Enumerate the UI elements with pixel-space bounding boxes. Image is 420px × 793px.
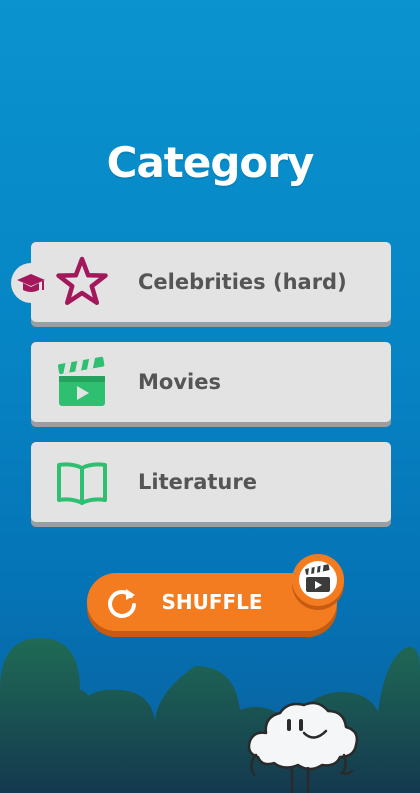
page-title: Category (106, 138, 315, 187)
watch-video-badge[interactable] (292, 554, 344, 606)
clapperboard-icon (57, 356, 105, 406)
open-book-icon (57, 462, 107, 505)
category-literature-button[interactable]: Literature (31, 442, 391, 522)
category-label: Literature (138, 470, 257, 494)
category-label: Movies (138, 370, 221, 394)
clapperboard-icon (299, 561, 337, 599)
difficulty-badge (11, 263, 51, 303)
cloud-mascot (247, 701, 359, 793)
graduation-cap-icon (17, 274, 45, 292)
star-icon (56, 256, 108, 306)
category-label: Celebrities (hard) (138, 270, 347, 294)
category-movies-button[interactable]: Movies (31, 342, 391, 422)
category-celebrities-button[interactable]: Celebrities (hard) (31, 242, 391, 322)
